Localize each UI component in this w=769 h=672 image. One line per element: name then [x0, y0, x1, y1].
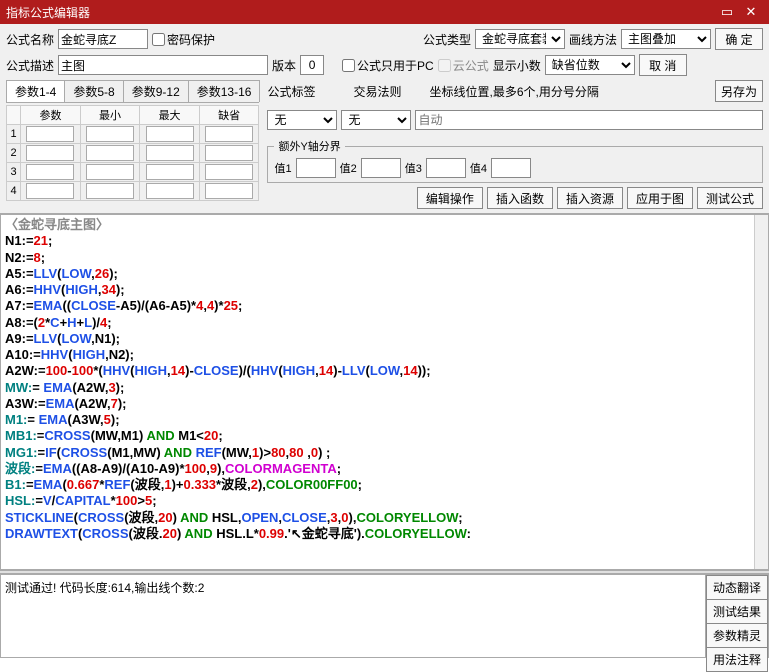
param-row: 1 [7, 125, 259, 144]
formula-type-select[interactable]: 金蛇寻底套装 [475, 29, 565, 49]
yaxis-val2-input[interactable] [361, 158, 401, 178]
param-input[interactable] [26, 145, 74, 161]
edit-op-button[interactable]: 编辑操作 [417, 187, 483, 209]
code-editor[interactable]: 〈金蛇寻底主图〉N1:=21;N2:=8;A5:=LLV(LOW,26);A6:… [0, 214, 769, 570]
formula-desc-input[interactable] [58, 55, 268, 75]
bottom-panel: 测试通过! 代码长度:614,输出线个数:2 动态翻译 测试结果 参数精灵 用法… [0, 574, 769, 658]
formula-tag-label: 公式标签 [267, 83, 315, 100]
draw-method-select[interactable]: 主图叠加 [621, 29, 711, 49]
param-input[interactable] [86, 126, 134, 142]
yaxis-val1-input[interactable] [296, 158, 336, 178]
pc-only-checkbox[interactable]: 公式只用于PC [342, 57, 434, 74]
param-input[interactable] [146, 126, 194, 142]
tab-params-1-4[interactable]: 参数1-4 [6, 80, 65, 102]
insert-res-button[interactable]: 插入资源 [557, 187, 623, 209]
param-input[interactable] [146, 183, 194, 199]
version-input[interactable] [300, 55, 324, 75]
param-row: 3 [7, 163, 259, 182]
version-label: 版本 [272, 57, 296, 74]
param-input[interactable] [26, 183, 74, 199]
coord-pos-label: 坐标线位置,最多6个,用分号分隔 [429, 83, 598, 100]
formula-tag-select[interactable]: 无 [267, 110, 337, 130]
formula-type-label: 公式类型 [423, 31, 471, 48]
side-btn-param-wizard[interactable]: 参数精灵 [706, 624, 768, 648]
param-input[interactable] [205, 126, 253, 142]
save-as-button[interactable]: 另存为 [715, 80, 763, 102]
param-table: 参数 最小 最大 缺省 1 2 3 4 [6, 105, 259, 201]
window-title: 指标公式编辑器 [6, 4, 715, 21]
draw-method-label: 画线方法 [569, 31, 617, 48]
cloud-formula-checkbox: 云公式 [438, 57, 489, 74]
param-input[interactable] [205, 183, 253, 199]
param-input[interactable] [86, 183, 134, 199]
coord-pos-input[interactable] [415, 110, 763, 130]
param-input[interactable] [146, 164, 194, 180]
param-row: 2 [7, 144, 259, 163]
side-btn-translate[interactable]: 动态翻译 [706, 575, 768, 600]
scrollbar-vertical[interactable] [754, 215, 768, 569]
side-btn-test-result[interactable]: 测试结果 [706, 600, 768, 624]
param-input[interactable] [26, 164, 74, 180]
close-icon[interactable]: ✕ [739, 4, 763, 20]
param-input[interactable] [86, 145, 134, 161]
top-panel: 公式名称 密码保护 公式类型 金蛇寻底套装 画线方法 主图叠加 确 定 公式描述… [0, 24, 769, 214]
show-decimal-label: 显示小数 [493, 57, 541, 74]
apply-fig-button[interactable]: 应用于图 [627, 187, 693, 209]
yaxis-val3-input[interactable] [426, 158, 466, 178]
cancel-button[interactable]: 取 消 [639, 54, 687, 76]
tab-params-13-16[interactable]: 参数13-16 [188, 80, 261, 102]
minimize-icon[interactable]: ▭ [715, 4, 739, 20]
tab-params-9-12[interactable]: 参数9-12 [123, 80, 189, 102]
show-decimal-select[interactable]: 缺省位数 [545, 55, 635, 75]
param-input[interactable] [146, 145, 194, 161]
param-input[interactable] [205, 164, 253, 180]
output-area: 测试通过! 代码长度:614,输出线个数:2 [1, 575, 706, 657]
insert-func-button[interactable]: 插入函数 [487, 187, 553, 209]
password-protect-checkbox[interactable]: 密码保护 [152, 31, 215, 48]
trade-rule-label: 交易法则 [353, 83, 401, 100]
trade-rule-select[interactable]: 无 [341, 110, 411, 130]
formula-desc-label: 公式描述 [6, 57, 54, 74]
yaxis-val4-input[interactable] [491, 158, 531, 178]
param-row: 4 [7, 182, 259, 201]
test-formula-button[interactable]: 测试公式 [697, 187, 763, 209]
formula-name-label: 公式名称 [6, 31, 54, 48]
side-btn-usage[interactable]: 用法注释 [706, 648, 768, 672]
param-input[interactable] [86, 164, 134, 180]
extra-yaxis-fieldset: 额外Y轴分界 值1 值2 值3 值4 [267, 138, 763, 183]
ok-button[interactable]: 确 定 [715, 28, 763, 50]
tab-params-5-8[interactable]: 参数5-8 [64, 80, 123, 102]
param-input[interactable] [26, 126, 74, 142]
params-section: 参数1-4 参数5-8 参数9-12 参数13-16 参数 最小 最大 缺省 1… [6, 80, 259, 209]
formula-name-input[interactable] [58, 29, 148, 49]
param-input[interactable] [205, 145, 253, 161]
titlebar: 指标公式编辑器 ▭ ✕ [0, 0, 769, 24]
